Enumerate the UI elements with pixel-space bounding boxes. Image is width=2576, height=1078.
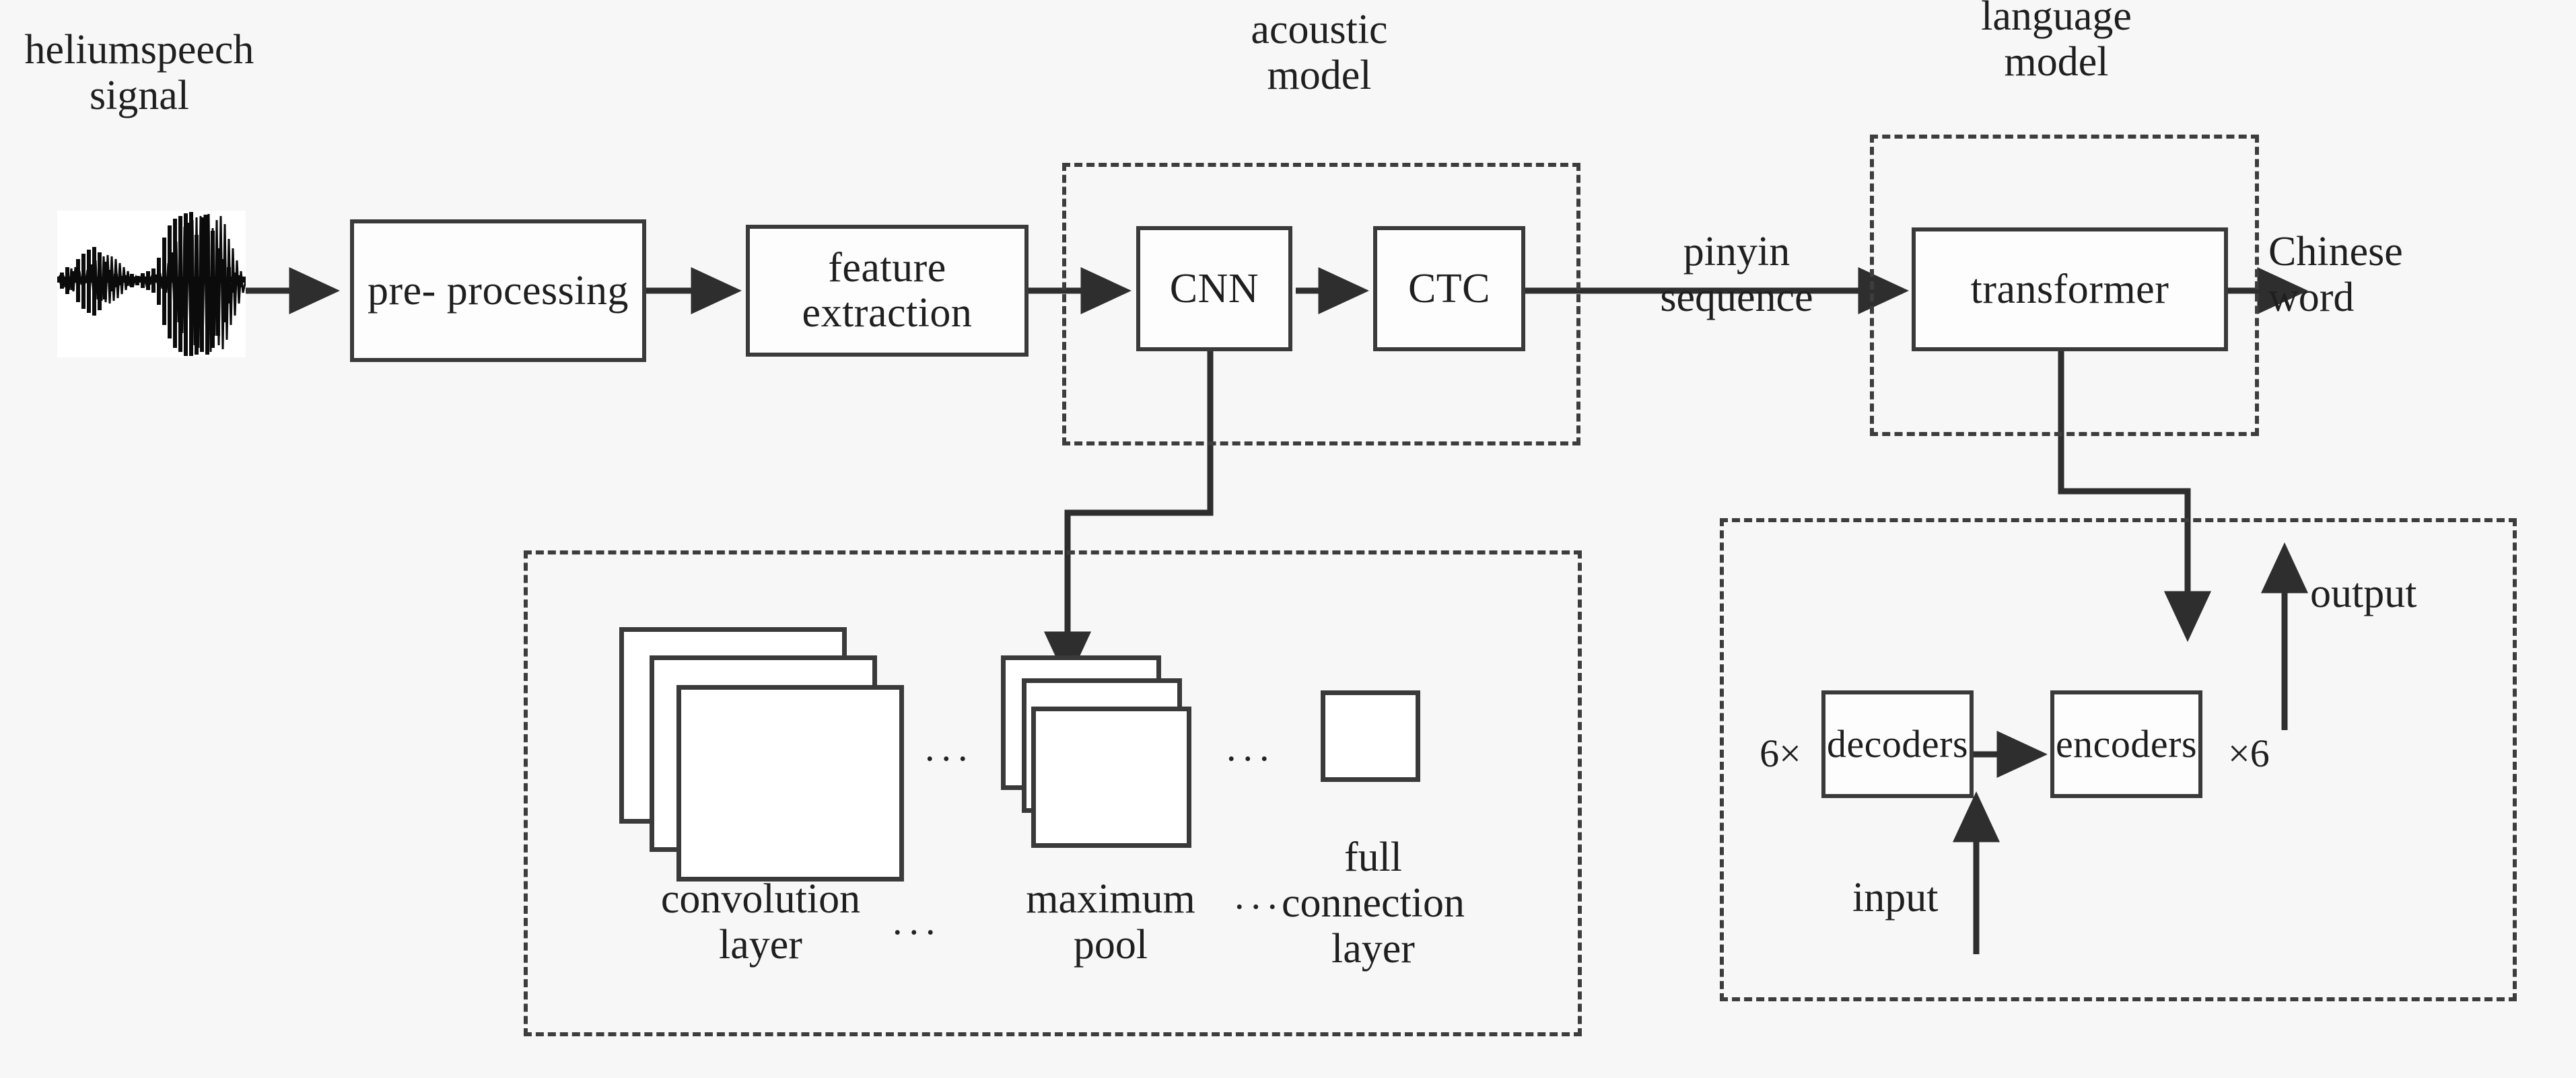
ellipsis-pool-label: ... <box>1234 873 1284 917</box>
ellipsis-conv-to-pool: ... <box>925 725 975 769</box>
ellipsis-conv-label: ... <box>893 899 942 943</box>
maximum-pool-label: maximum pool <box>1026 876 1195 968</box>
encoders-label: encoders <box>2055 721 2198 766</box>
input-label: input <box>1852 875 1939 921</box>
convolution-layer-label: convolution layer <box>660 876 861 968</box>
pre-processing-box[interactable]: pre- processing <box>350 219 646 362</box>
maximum-pool-plate-front <box>1031 707 1191 848</box>
language-model-group <box>1870 135 2259 436</box>
left-multiplier-label: 6× <box>1760 731 1801 775</box>
pre-processing-label: pre- processing <box>368 267 629 314</box>
feature-extraction-box[interactable]: feature extraction <box>746 225 1029 357</box>
diagram-canvas: heliumspeech signal pre- processing feat… <box>0 0 2576 1078</box>
input-signal-label: heliumspeech signal <box>24 27 254 119</box>
feature-extraction-label: feature extraction <box>802 245 973 336</box>
convolution-plate-front <box>676 685 904 882</box>
decoders-label: decoders <box>1826 721 1969 766</box>
pinyin-sequence-label: pinyin sequence <box>1660 229 1813 321</box>
audio-waveform <box>57 211 246 357</box>
audio-waveform-icon <box>57 212 246 356</box>
decoders-box[interactable]: decoders <box>1821 690 1974 798</box>
chinese-word-label: Chinese word <box>2268 229 2403 321</box>
full-connection-plate <box>1321 690 1420 782</box>
language-model-label: language model <box>1981 0 2132 85</box>
acoustic-model-group <box>1062 163 1580 445</box>
acoustic-model-label: acoustic model <box>1251 7 1388 99</box>
ellipsis-pool-to-fc: ... <box>1226 725 1276 769</box>
output-label: output <box>2310 571 2417 616</box>
right-multiplier-label: ×6 <box>2228 731 2270 775</box>
encoders-box[interactable]: encoders <box>2050 690 2202 798</box>
